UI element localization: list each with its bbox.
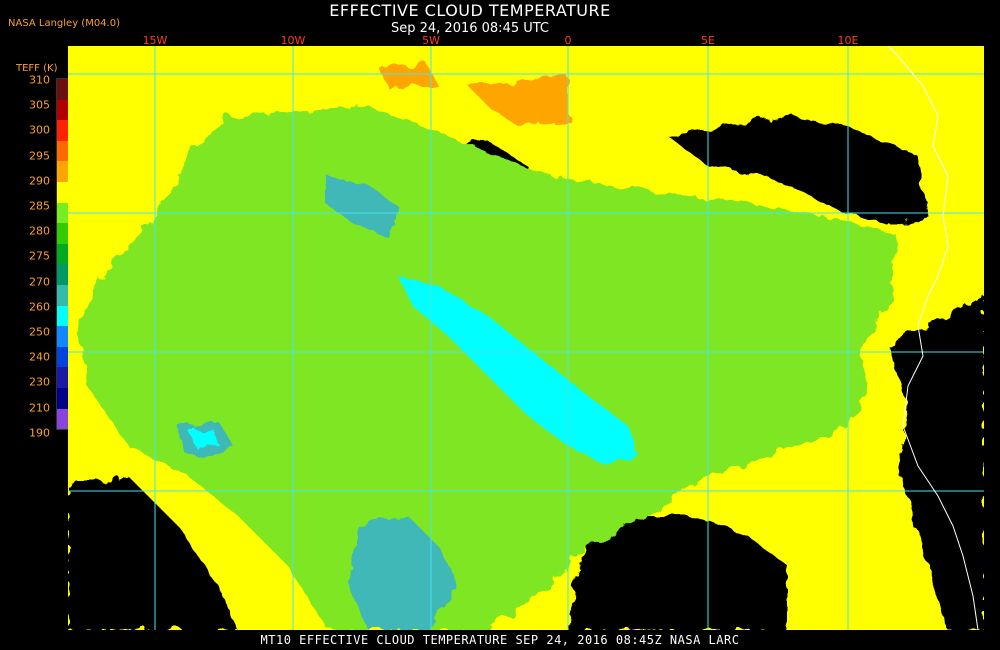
legend-label: 285 <box>29 199 50 213</box>
legend-label: 310 <box>29 73 50 87</box>
legend-label: 270 <box>29 275 50 289</box>
map-footer-caption: MT10 EFFECTIVE CLOUD TEMPERATURE SEP 24,… <box>260 633 740 647</box>
legend-label: 290 <box>29 174 50 188</box>
legend-label: 190 <box>29 426 50 440</box>
producer-label: NASA Langley (M04.0) <box>8 18 120 29</box>
legend-label: 260 <box>29 300 50 314</box>
map-title: EFFECTIVE CLOUD TEMPERATURE <box>329 1 611 20</box>
map-subtitle: Sep 24, 2016 08:45 UTC <box>390 21 550 36</box>
legend-label: 300 <box>29 123 50 137</box>
legend-label: 240 <box>29 350 50 364</box>
legend-label: 250 <box>29 325 50 339</box>
legend-label: 295 <box>29 149 50 163</box>
cloud-temperature-map <box>68 46 984 630</box>
legend-label: 275 <box>29 249 50 263</box>
legend-label: 305 <box>29 98 50 112</box>
legend-label: 210 <box>29 401 50 415</box>
very-warm-cloud-region <box>378 64 438 88</box>
legend-label: 230 <box>29 375 50 389</box>
legend-label: 280 <box>29 224 50 238</box>
legend-labels: 310 305 300 295 290 285 280 275 270 260 250 240 230 2… <box>0 70 50 440</box>
